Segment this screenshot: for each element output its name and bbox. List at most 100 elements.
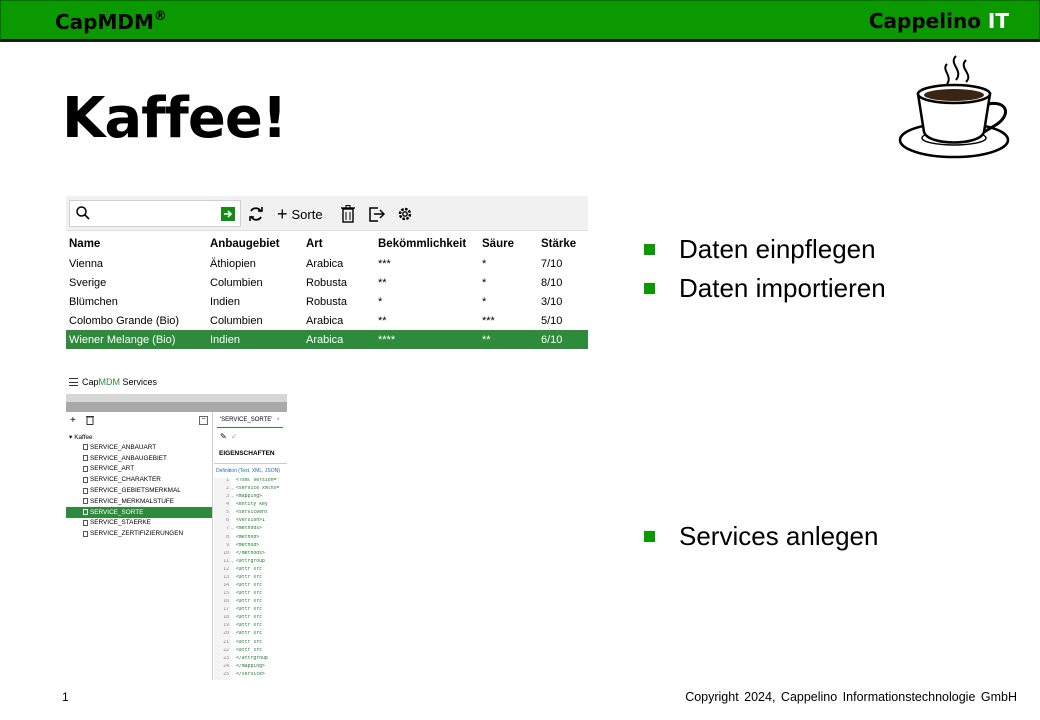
bullet-square-icon bbox=[644, 531, 655, 542]
definition-label: Definition (Text, XML, JSON) bbox=[216, 468, 280, 474]
menu-icon[interactable] bbox=[69, 378, 78, 386]
document-icon bbox=[83, 487, 88, 494]
line-number: 23 bbox=[214, 655, 231, 664]
tree-item[interactable]: SERVICE_GEBIETSMERKMAL bbox=[66, 485, 212, 496]
line-number: 4 bbox=[214, 502, 231, 511]
line-number: 6 bbox=[214, 518, 231, 527]
tree-item-label: SERVICE_ART bbox=[90, 465, 135, 473]
table-cell: Robusta bbox=[306, 276, 347, 289]
column-header[interactable]: Bekömmlichkeit bbox=[375, 234, 479, 254]
search-input[interactable] bbox=[69, 200, 241, 227]
code-editor[interactable]: 1 <?xml version=" 2 ⌄ <service xmlns= 3 ⌄ <map… bbox=[214, 478, 287, 680]
line-number: 12 bbox=[214, 566, 231, 575]
table-row[interactable]: Blümchen Indien Robusta * * 3/10 bbox=[66, 292, 588, 311]
line-number: 13 bbox=[214, 574, 231, 584]
table-cell: Arabica bbox=[306, 257, 344, 270]
tree-item-label: SERVICE_GEBIETSMERKMAL bbox=[90, 487, 181, 495]
code-text: </service> bbox=[236, 671, 265, 677]
tree-item-label: SERVICE_CHARAKTER bbox=[90, 476, 161, 484]
table-cell: *** bbox=[482, 314, 495, 327]
line-number: 7 bbox=[214, 526, 231, 535]
code-text: <serviceent bbox=[236, 510, 268, 516]
bullet-square-icon bbox=[644, 283, 655, 294]
code-text: </methods> bbox=[236, 550, 265, 556]
copyright-text: Copyright 2024, Cappelino Informationste… bbox=[685, 690, 1017, 704]
code-line: 13 <attr src bbox=[214, 574, 287, 584]
table-cell: Indien bbox=[210, 295, 240, 308]
column-header[interactable]: Anbaugebiet bbox=[207, 234, 303, 254]
add-service-button[interactable]: + bbox=[70, 415, 76, 426]
table-row[interactable]: Colombo Grande (Bio) Columbien Arabica *… bbox=[66, 311, 588, 330]
document-icon bbox=[83, 530, 88, 537]
code-text: <version>1 bbox=[236, 518, 265, 524]
code-text: <attr src bbox=[236, 631, 262, 637]
code-text: </attrgroup bbox=[236, 655, 268, 661]
tree-item-label: SERVICE_STAERKE bbox=[90, 519, 151, 527]
search-icon bbox=[76, 206, 90, 220]
collapse-icon[interactable]: − bbox=[199, 416, 208, 425]
go-arrow-icon[interactable] bbox=[221, 207, 235, 221]
properties-label: EIGENSCHAFTEN bbox=[219, 450, 275, 457]
chevron-down-icon: ▾ bbox=[69, 434, 73, 441]
tree-item[interactable]: SERVICE_CHARAKTER bbox=[66, 474, 212, 485]
table-cell: Blümchen bbox=[69, 295, 118, 308]
tree-item[interactable]: SERVICE_SORTE bbox=[66, 506, 212, 518]
tree-item[interactable]: SERVICE_ART bbox=[66, 464, 212, 475]
coffee-grid-screenshot: + Sorte Name Anbaugebiet Art Bekömmlichke… bbox=[66, 196, 588, 352]
code-line: 25 </service> bbox=[214, 671, 287, 680]
column-header[interactable]: Art bbox=[303, 234, 375, 254]
column-header[interactable]: Stärke bbox=[538, 234, 588, 254]
edit-icon[interactable]: ✎ bbox=[220, 432, 227, 441]
line-number: 8 bbox=[214, 534, 231, 543]
trash-icon[interactable] bbox=[86, 415, 94, 425]
code-line: 18 <attr src bbox=[214, 615, 287, 624]
document-icon bbox=[83, 498, 88, 505]
column-header[interactable]: Säure bbox=[479, 234, 538, 254]
code-line: 8 <method> bbox=[214, 534, 287, 543]
code-text: <attr src bbox=[236, 639, 262, 645]
code-line: 12 <attr src bbox=[214, 566, 287, 575]
table-row[interactable]: Sverige Columbien Robusta ** * 8/10 bbox=[66, 273, 588, 292]
add-sorte-button[interactable]: + Sorte bbox=[277, 205, 327, 223]
tree-item[interactable]: SERVICE_STAERKE bbox=[66, 518, 212, 529]
table-row[interactable]: Vienna Äthiopien Arabica *** * 7/10 bbox=[66, 254, 588, 273]
table-cell: * bbox=[482, 257, 487, 270]
check-icon[interactable]: ✓ bbox=[231, 432, 238, 441]
tree-item[interactable]: SERVICE_ANBAUART bbox=[66, 442, 212, 453]
code-line: 3 ⌄ <mapping> bbox=[214, 494, 287, 503]
code-text: <?xml version=" bbox=[236, 478, 280, 483]
line-number: 5 bbox=[214, 510, 231, 519]
tree-root-kaffee[interactable]: ▾ Kaffee bbox=[66, 432, 212, 442]
tree-item[interactable]: SERVICE_MERKMALSTUFE bbox=[66, 496, 212, 507]
line-number: 14 bbox=[214, 583, 231, 592]
grid-toolbar: + Sorte bbox=[66, 196, 588, 231]
column-header[interactable]: Name bbox=[66, 234, 207, 254]
table-cell: 3/10 bbox=[541, 295, 563, 308]
line-number: 17 bbox=[214, 607, 231, 616]
tree-item-label: SERVICE_ZERTIFIZIERUNGEN bbox=[90, 530, 184, 538]
code-line: 24 </mapping> bbox=[214, 663, 287, 672]
trash-icon[interactable] bbox=[341, 205, 355, 223]
close-icon[interactable]: × bbox=[276, 417, 280, 423]
page-number: 1 bbox=[62, 690, 69, 704]
tree-item-label: SERVICE_SORTE bbox=[90, 508, 144, 516]
code-text: </mapping> bbox=[236, 663, 265, 669]
table-cell: 7/10 bbox=[541, 257, 563, 270]
tree-item[interactable]: SERVICE_ANBAUGEBIET bbox=[66, 453, 212, 464]
line-number: 20 bbox=[214, 631, 231, 640]
export-icon[interactable] bbox=[368, 205, 385, 223]
table-row-selected[interactable]: Wiener Melange (Bio) Indien Arabica ****… bbox=[66, 330, 588, 349]
panel-divider[interactable] bbox=[212, 412, 213, 680]
table-cell: Arabica bbox=[303, 330, 375, 349]
line-number: 11 bbox=[214, 558, 231, 567]
tree-item[interactable]: SERVICE_ZERTIFIZIERUNGEN bbox=[66, 528, 212, 539]
table-cell: * bbox=[482, 276, 487, 289]
tab-service-sorte[interactable]: 'SERVICE_SORTE' × bbox=[217, 414, 283, 428]
code-text: <attrgroup bbox=[236, 558, 265, 564]
table-cell: Indien bbox=[207, 330, 303, 349]
document-icon bbox=[83, 444, 88, 451]
code-text: <attr src bbox=[236, 591, 262, 597]
gear-icon[interactable] bbox=[397, 205, 413, 223]
code-line: 10 </methods> bbox=[214, 550, 287, 559]
refresh-icon[interactable] bbox=[248, 205, 264, 223]
